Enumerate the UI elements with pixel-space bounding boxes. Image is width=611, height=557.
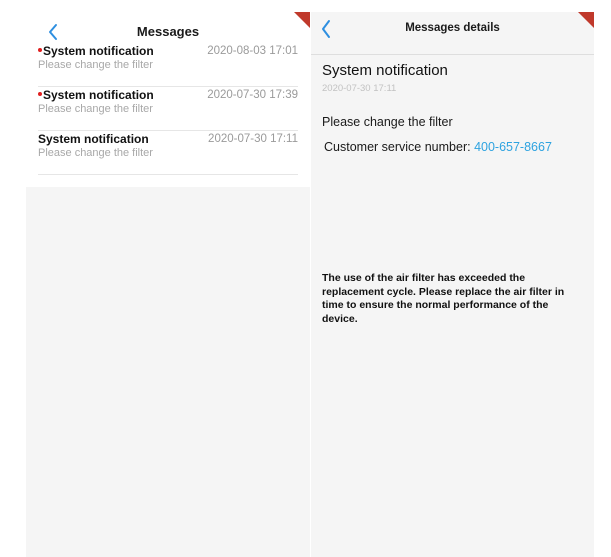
customer-service-line: Customer service number: 400-657-8667 bbox=[324, 140, 552, 154]
message-time: 2020-07-30 17:39 bbox=[207, 89, 298, 101]
list-item[interactable]: System notification 2020-07-30 17:39 Ple… bbox=[38, 88, 298, 131]
notification-date: 2020-07-30 17:11 bbox=[322, 83, 397, 94]
list-item[interactable]: System notification 2020-07-30 17:11 Ple… bbox=[38, 132, 298, 175]
message-title: System notification bbox=[43, 44, 154, 58]
message-time: 2020-08-03 17:01 bbox=[207, 45, 298, 57]
message-title-wrap: System notification bbox=[38, 88, 154, 102]
details-header: Messages details bbox=[311, 12, 594, 55]
corner-ribbon bbox=[578, 12, 594, 28]
message-subtitle: Please change the filter bbox=[38, 147, 153, 159]
page-title: Messages details bbox=[405, 22, 500, 34]
customer-service-phone-link[interactable]: 400-657-8667 bbox=[474, 140, 552, 154]
list-item[interactable]: System notification 2020-08-03 17:01 Ple… bbox=[38, 44, 298, 87]
message-time: 2020-07-30 17:11 bbox=[208, 133, 298, 145]
notification-description: The use of the air filter has exceeded t… bbox=[322, 272, 565, 325]
message-title-wrap: System notification bbox=[38, 44, 154, 58]
notification-title: System notification bbox=[322, 62, 448, 79]
unread-dot bbox=[38, 91, 42, 96]
message-subtitle: Please change the filter bbox=[38, 103, 153, 115]
notification-body: Please change the filter bbox=[322, 115, 453, 129]
message-title-wrap: System notification bbox=[38, 132, 149, 146]
unread-dot bbox=[38, 47, 42, 52]
customer-service-label: Customer service number: bbox=[324, 140, 471, 154]
corner-ribbon bbox=[294, 12, 310, 28]
messages-screen: Messages System notification 2020-08-03 … bbox=[26, 12, 310, 557]
message-details-screen: Messages details System notification 202… bbox=[311, 12, 594, 557]
message-title: System notification bbox=[43, 88, 154, 102]
message-title: System notification bbox=[38, 132, 149, 146]
message-list: System notification 2020-08-03 17:01 Ple… bbox=[26, 42, 310, 187]
page-title: Messages bbox=[136, 24, 200, 39]
message-subtitle: Please change the filter bbox=[38, 59, 153, 71]
